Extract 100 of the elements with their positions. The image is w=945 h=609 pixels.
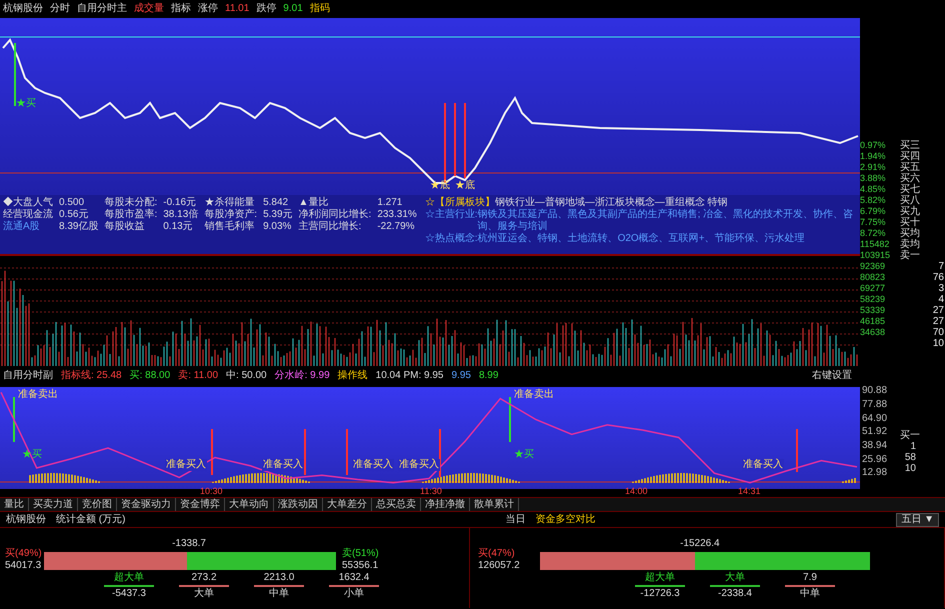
signal-label: ★买	[514, 449, 534, 461]
time-label: 11:30	[420, 486, 442, 496]
order-count: 7	[937, 261, 944, 272]
indicator-value: 买: 88.00	[130, 370, 170, 382]
order-type: 小单	[344, 588, 364, 600]
stat-value: 5.39元	[263, 209, 293, 221]
order-count: 27	[932, 316, 944, 327]
tab[interactable]: 竞价图	[78, 498, 117, 511]
toolbar-label: 11.01	[225, 3, 250, 15]
indicator-value: 自用分时副	[3, 370, 53, 382]
stat-value: -0.16元	[163, 197, 198, 208]
order-amount: 273.2	[191, 572, 217, 584]
axis-label: 3.88%	[860, 173, 887, 184]
axis-label: 69277	[860, 283, 886, 294]
time-label: 14:31	[738, 486, 761, 496]
order-type: 超大单	[645, 572, 675, 584]
note-label: ☆主营行业:	[424, 209, 478, 221]
buy-share-label: 买(49%)	[5, 548, 42, 560]
buy-amount: 54017.3	[5, 560, 42, 572]
signal-label: ★买	[16, 98, 36, 110]
axis-label: 103915	[860, 250, 892, 261]
stat-label: 主营同比增长:	[298, 221, 362, 233]
indicator-value: 操作线	[338, 370, 368, 382]
tab[interactable]: 散单累计	[470, 498, 519, 511]
order-level-label: 买三	[900, 140, 921, 151]
axis-label: 25.96	[862, 454, 888, 465]
tab[interactable]: 量比	[0, 498, 29, 511]
order-amount: -12726.3	[640, 588, 680, 600]
order-level-label: 卖均	[900, 239, 921, 250]
settings-button[interactable]: 右键设置	[812, 370, 852, 382]
axis-label: 77.88	[862, 399, 888, 410]
signal-label: 准备买入	[165, 459, 207, 471]
note-label: ☆【所属板块】	[424, 197, 495, 208]
signal-label: ★底	[455, 180, 475, 192]
tab[interactable]: 总买总卖	[372, 498, 421, 511]
tab[interactable]: 大单动向	[225, 498, 274, 511]
axis-label: 80823	[860, 272, 886, 283]
tab[interactable]: 买卖力道	[29, 498, 78, 511]
toolbar-label: 杭钢股份	[3, 3, 43, 15]
stat-value: 0.500	[59, 197, 86, 209]
axis-label: 2.91%	[860, 162, 887, 173]
axis-label: 34638	[860, 327, 886, 338]
axis-label: 58239	[860, 294, 886, 305]
day-label: 当日	[505, 514, 526, 526]
toolbar-label: 指码	[310, 3, 330, 15]
order-level-label: 买九	[900, 206, 921, 217]
stat-label: 每股收益	[104, 221, 146, 233]
order-level-label: 买七	[900, 184, 921, 195]
axis-label: 8.72%	[860, 228, 887, 239]
signal-label: 准备卖出	[18, 389, 58, 401]
order-amount: -5437.3	[112, 588, 146, 600]
buy-amount: 126057.2	[478, 560, 520, 572]
stat-label: ★杀得能量	[204, 197, 256, 208]
order-count: 10	[904, 463, 916, 474]
tab[interactable]: 资金博弈	[176, 498, 225, 511]
toolbar-label: 跌停	[256, 3, 276, 15]
order-count: 4	[937, 294, 944, 305]
stat-label: 每股净资产:	[204, 209, 258, 220]
tab[interactable]: 大单差分	[323, 498, 372, 511]
indicator-value: 9.95	[451, 370, 471, 382]
order-level-label: 买四	[900, 151, 921, 162]
order-level-label: 买六	[900, 173, 921, 184]
stat-label: 销售毛利率	[204, 221, 256, 233]
toolbar-label: 涨停	[198, 3, 218, 15]
signal-label: 准备买入	[262, 459, 304, 471]
axis-label: 6.79%	[860, 206, 887, 217]
toolbar-label: 指标	[171, 3, 191, 15]
axis-label: 7.75%	[860, 217, 887, 228]
net-amount: -15226.4	[680, 538, 720, 550]
axis-label: 5.82%	[860, 195, 887, 206]
order-level-label: 卖一	[900, 250, 921, 261]
tab[interactable]: 资金驱动力	[117, 498, 176, 511]
order-count: 10	[932, 338, 944, 349]
stat-label: 每股未分配:	[104, 197, 158, 208]
toolbar-label: 9.01	[283, 3, 303, 15]
note-label: ☆热点概念:	[424, 233, 478, 245]
axis-label: 92369	[860, 261, 886, 272]
tab[interactable]: 净挂净撤	[421, 498, 470, 511]
indicator-value: 卖: 11.00	[178, 370, 218, 382]
order-type: 超大单	[114, 572, 144, 584]
period-dropdown[interactable]: 五日 ▼	[896, 512, 939, 526]
stat-value: -22.79%	[377, 221, 416, 233]
tab[interactable]: 涨跌动因	[274, 498, 323, 511]
stat-value: 1.271	[377, 197, 404, 209]
order-level-label: 买均	[900, 228, 921, 239]
order-count: 1	[909, 441, 916, 452]
order-amount: 2213.0	[264, 572, 294, 584]
order-level-label: 买十	[900, 217, 921, 228]
axis-label: 53339	[860, 305, 886, 316]
signal-label: 准备卖出	[514, 389, 554, 401]
axis-label: 115482	[860, 239, 890, 250]
axis-label: 51.92	[862, 426, 888, 438]
order-count: 3	[937, 283, 944, 294]
stat-value: 5.842	[263, 197, 290, 209]
order-amount: 1632.4	[338, 572, 370, 584]
indicator-value: 指标线: 25.48	[61, 370, 122, 382]
stat-value: 0.56元	[59, 209, 90, 221]
axis-label: 4.85%	[860, 184, 887, 195]
stat-label: 每股市盈率:	[104, 209, 158, 221]
signal-label: ★底	[430, 180, 450, 192]
